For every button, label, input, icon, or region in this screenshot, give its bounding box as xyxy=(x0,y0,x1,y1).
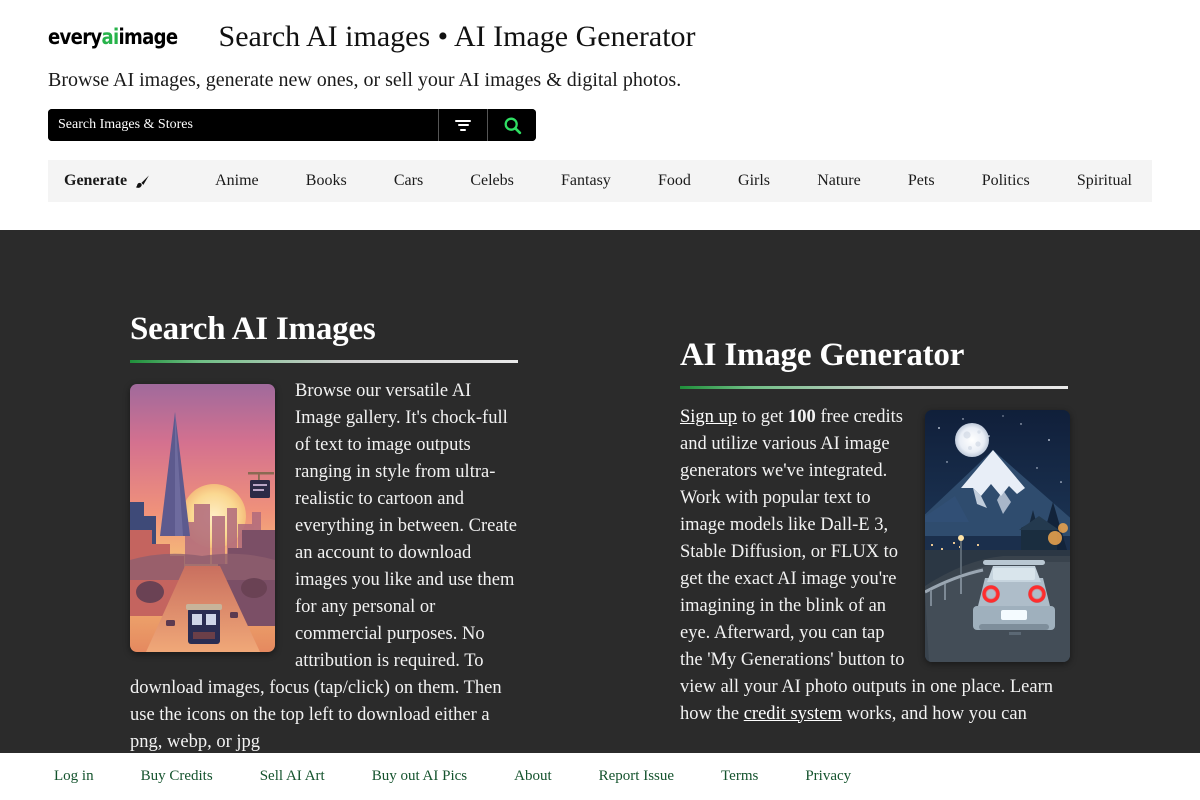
nav-item-anime[interactable]: Anime xyxy=(209,173,265,189)
nav-item-nature[interactable]: Nature xyxy=(811,173,867,189)
site-footer: Log in Buy Credits Sell AI Art Buy out A… xyxy=(0,753,1200,800)
nav-generate-label: Generate xyxy=(64,172,128,189)
site-logo[interactable]: everyaiimage xyxy=(48,24,179,49)
footer-link-buy-out-ai-pics[interactable]: Buy out AI Pics xyxy=(372,769,467,784)
filter-button[interactable] xyxy=(439,109,487,141)
search-images-column: Search AI Images Browse our versatile AI… xyxy=(130,312,520,753)
footer-link-terms[interactable]: Terms xyxy=(721,769,758,784)
hero-section: Search AI Images Browse our versatile AI… xyxy=(0,230,1200,753)
page-root: everyaiimage Search AI images • AI Image… xyxy=(0,0,1200,800)
search-icon xyxy=(504,117,521,134)
footer-link-log-in[interactable]: Log in xyxy=(54,769,94,784)
nav-item-spiritual[interactable]: Spiritual xyxy=(1071,173,1138,189)
site-header: everyaiimage Search AI images • AI Image… xyxy=(0,0,1200,52)
nav-item-books[interactable]: Books xyxy=(300,173,353,189)
footer-link-report-issue[interactable]: Report Issue xyxy=(599,769,674,784)
search-images-thumbnail[interactable] xyxy=(130,383,275,652)
footer-link-buy-credits[interactable]: Buy Credits xyxy=(141,769,213,784)
nav-item-politics[interactable]: Politics xyxy=(976,173,1036,189)
site-tagline: Browse AI images, generate new ones, or … xyxy=(48,69,682,91)
page-title: Search AI images • AI Image Generator xyxy=(218,20,696,53)
nav-item-fantasy[interactable]: Fantasy xyxy=(555,173,617,189)
sign-up-link[interactable]: Sign up xyxy=(680,407,737,427)
image-generator-column: AI Image Generator Sign up to get 100 fr… xyxy=(680,338,1070,728)
search-images-rule xyxy=(130,359,518,363)
generator-text-tail: works, and how you can xyxy=(841,703,1027,724)
footer-link-privacy[interactable]: Privacy xyxy=(805,769,851,784)
logo-part-every: every xyxy=(48,24,102,49)
san-francisco-sunset-image xyxy=(130,383,275,652)
search-input[interactable] xyxy=(48,109,438,141)
credit-system-link[interactable]: credit system xyxy=(744,704,842,724)
footer-link-about[interactable]: About xyxy=(514,769,552,784)
logo-part-ai: ai xyxy=(101,24,120,49)
image-generator-heading: AI Image Generator xyxy=(680,337,965,373)
generator-text-lead-1: to get xyxy=(737,406,788,427)
nav-item-celebs[interactable]: Celebs xyxy=(464,173,520,189)
image-generator-thumbnail[interactable] xyxy=(925,409,1070,662)
mount-fuji-night-car-image xyxy=(925,409,1070,662)
logo-part-image: image xyxy=(118,24,179,49)
paintbrush-icon xyxy=(135,174,149,188)
category-nav: Generate Anime Books Cars Celebs Fantasy… xyxy=(48,160,1152,202)
footer-link-sell-ai-art[interactable]: Sell AI Art xyxy=(260,769,325,784)
free-credits-count: 100 xyxy=(787,406,816,427)
image-generator-rule xyxy=(680,385,1068,389)
image-generator-body: Sign up to get 100 free credits and util… xyxy=(680,404,1070,728)
nav-item-food[interactable]: Food xyxy=(652,173,697,189)
search-button[interactable] xyxy=(488,109,536,141)
nav-item-pets[interactable]: Pets xyxy=(902,173,941,189)
search-images-heading: Search AI Images xyxy=(130,311,376,347)
search-images-body: Browse our versatile AI Image gallery. I… xyxy=(130,378,520,753)
search-bar xyxy=(48,109,536,141)
nav-item-girls[interactable]: Girls xyxy=(732,173,776,189)
nav-item-generate[interactable]: Generate xyxy=(58,173,157,190)
filter-icon xyxy=(455,117,471,133)
nav-item-cars[interactable]: Cars xyxy=(388,173,429,189)
